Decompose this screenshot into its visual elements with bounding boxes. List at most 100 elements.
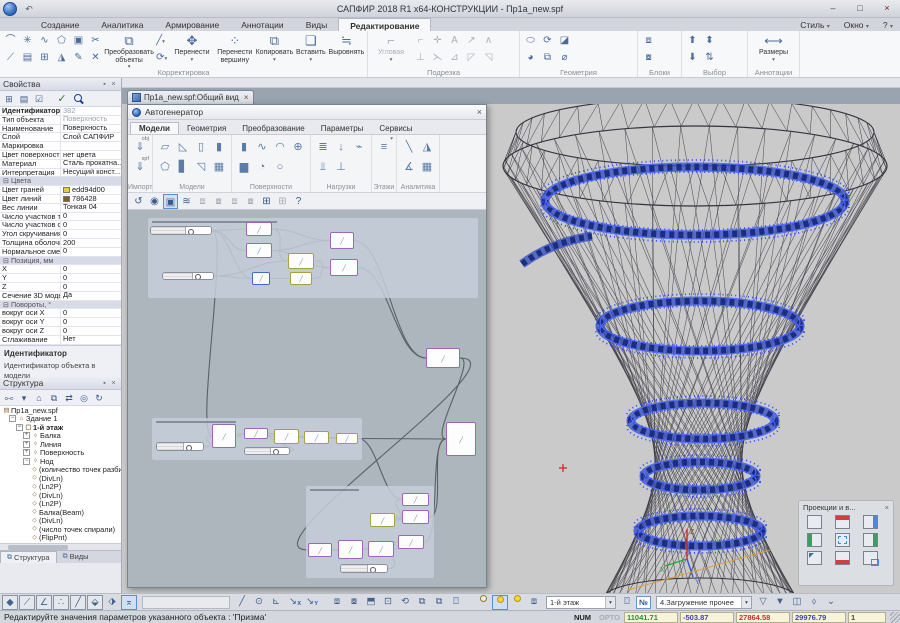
visibility-icon[interactable]: ◉ bbox=[147, 194, 162, 209]
right-view-icon[interactable] bbox=[863, 533, 878, 547]
property-value[interactable]: 0 bbox=[61, 309, 121, 317]
property-row[interactable]: Цвет гранейedd94d00 bbox=[0, 186, 121, 195]
property-value[interactable]: Поверхность bbox=[61, 125, 121, 133]
select-add-icon[interactable]: ⧇ bbox=[211, 194, 226, 209]
property-row[interactable]: Угол скручивания, °0 bbox=[0, 230, 121, 239]
tool-icon[interactable]: ▋ bbox=[174, 157, 192, 177]
tree-item[interactable]: −⬨Нод bbox=[0, 457, 121, 466]
tool-icon[interactable]: ⧈ bbox=[640, 32, 657, 49]
numbering-button[interactable]: № bbox=[636, 596, 651, 609]
top-view-icon[interactable] bbox=[835, 515, 850, 529]
tool-icon[interactable]: ⧇ bbox=[640, 49, 657, 66]
property-row[interactable]: Толщина оболочки...200 bbox=[0, 239, 121, 248]
group-by-category-icon[interactable]: ⊞ bbox=[2, 92, 16, 106]
property-value[interactable]: 0 bbox=[61, 274, 121, 282]
tool-icon[interactable]: ▤ bbox=[19, 49, 36, 66]
tree-item[interactable]: ⬦(Ln2P) bbox=[0, 500, 121, 509]
front-view-icon[interactable] bbox=[863, 515, 878, 529]
print-view-button[interactable]: ⌼ bbox=[448, 595, 464, 610]
property-value[interactable]: 786428 bbox=[61, 195, 121, 203]
property-row[interactable]: вокруг оси Z0 bbox=[0, 327, 121, 336]
autogen-node-canvas[interactable] bbox=[128, 210, 486, 587]
select-box-icon[interactable]: ⧈ bbox=[195, 194, 210, 209]
collapse-icon[interactable]: − bbox=[23, 458, 30, 465]
tool-icon[interactable]: ◮ bbox=[418, 137, 436, 157]
property-value[interactable] bbox=[61, 142, 121, 150]
tool-icon[interactable]: ◔ bbox=[253, 157, 271, 177]
tool-icon[interactable]: ⋋ bbox=[429, 49, 446, 66]
tool-icon[interactable]: ⊞ bbox=[36, 49, 53, 66]
tool-icon[interactable]: ⫫ bbox=[314, 157, 332, 177]
tool-icon[interactable]: ↗ bbox=[463, 32, 480, 49]
autogen-tab-Геометрия[interactable]: Геометрия bbox=[179, 123, 234, 134]
tool-icon[interactable]: ╲ bbox=[400, 137, 418, 157]
graph-node[interactable] bbox=[212, 424, 236, 448]
autogen-tab-Модели[interactable]: Модели bbox=[130, 122, 179, 134]
tool-icon[interactable]: ⬭ bbox=[522, 32, 539, 49]
property-row[interactable]: Цвет поверхностинет цвета bbox=[0, 151, 121, 160]
shade-view-button[interactable]: ⬒ bbox=[363, 595, 379, 610]
structure-tree[interactable]: ▤Пр1a_new.spf−⌂Здание 1−▢1-й этаж+⬨Балка… bbox=[0, 406, 121, 543]
tab-Редактирование[interactable]: Редактирование bbox=[338, 18, 431, 31]
graph-node[interactable] bbox=[402, 510, 429, 524]
button-Выровнять[interactable]: ≒Выровнять bbox=[328, 32, 365, 68]
print-button[interactable]: ⌼ bbox=[619, 595, 635, 610]
graph-node[interactable] bbox=[398, 535, 424, 549]
prism-mode-button[interactable]: ⬙ bbox=[87, 595, 103, 610]
more-button[interactable]: ⌄ bbox=[823, 595, 839, 610]
autogen-tab-Преобразование[interactable]: Преобразование bbox=[234, 123, 312, 134]
property-row[interactable]: НаименованиеПоверхность bbox=[0, 125, 121, 134]
graph-node[interactable] bbox=[304, 431, 329, 444]
property-value[interactable]: Да bbox=[61, 292, 121, 300]
expand-icon[interactable]: + bbox=[23, 432, 30, 439]
select-inv-icon[interactable]: ⧇ bbox=[243, 194, 258, 209]
autogen-tab-Сервисы[interactable]: Сервисы bbox=[371, 123, 420, 134]
property-row[interactable]: СглаживаниеНет bbox=[0, 336, 121, 345]
tree-horizontal-scrollbar[interactable] bbox=[0, 543, 121, 550]
iso-view-icon[interactable] bbox=[807, 515, 822, 529]
property-row[interactable]: Число участков об...0 bbox=[0, 221, 121, 230]
tree-item[interactable]: ⬦(FlipPnt) bbox=[0, 534, 121, 543]
render-mode-button[interactable]: ⧈ bbox=[526, 595, 542, 610]
tool-icon[interactable]: ∿ bbox=[36, 32, 53, 49]
extrude-mode-button[interactable]: ⌅ bbox=[121, 595, 137, 610]
tool-icon[interactable]: ⌐ bbox=[412, 32, 429, 49]
snap-division-button[interactable]: ∴ bbox=[53, 595, 69, 610]
tool-icon[interactable]: ⬠ bbox=[156, 157, 174, 177]
projections-panel[interactable]: Проекции и в... × bbox=[798, 500, 894, 586]
panel-tab-Виды[interactable]: ⧉Виды bbox=[57, 551, 95, 563]
slider-node[interactable] bbox=[156, 442, 204, 451]
tool-icon[interactable]: ⬇ bbox=[684, 49, 701, 66]
expand-icon[interactable]: + bbox=[23, 441, 30, 448]
button-Преобразовать объекты[interactable]: ⧉Преобразовать объекты▾ bbox=[104, 32, 154, 68]
slider-node[interactable] bbox=[244, 447, 290, 455]
property-row[interactable]: СлойСлой САПФИР bbox=[0, 133, 121, 142]
property-row[interactable]: Z0 bbox=[0, 283, 121, 292]
tool-icon[interactable]: ⬠ bbox=[53, 32, 70, 49]
collapse-icon[interactable]: − bbox=[9, 415, 16, 422]
home-icon[interactable]: ⌂ bbox=[32, 391, 46, 405]
rotate-view-button[interactable]: ⟲ bbox=[397, 595, 413, 610]
snap-midline-button[interactable]: ⟋ bbox=[19, 595, 35, 610]
property-row[interactable]: X0 bbox=[0, 265, 121, 274]
graph-node[interactable] bbox=[368, 541, 394, 557]
property-row[interactable]: Y0 bbox=[0, 274, 121, 283]
property-group-header[interactable]: ⊟ Цвета bbox=[0, 177, 121, 186]
property-grid[interactable]: Идентификатор382Тип объектаПоверхностьНа… bbox=[0, 107, 121, 345]
graph-node[interactable] bbox=[370, 513, 395, 527]
tool-icon[interactable]: ◹ bbox=[480, 49, 497, 66]
fit-view-icon[interactable] bbox=[835, 533, 850, 547]
tool-icon[interactable]: ⧉ bbox=[539, 49, 556, 66]
tree-item[interactable]: ⬦(DivLn) bbox=[0, 491, 121, 500]
tab-Аналитика[interactable]: Аналитика bbox=[90, 18, 154, 31]
tree-item[interactable]: −▢1-й этаж bbox=[0, 423, 121, 432]
tool-icon[interactable]: ◠ bbox=[271, 137, 289, 157]
graph-node[interactable] bbox=[252, 272, 270, 285]
tool-icon[interactable]: ▣ bbox=[70, 32, 87, 49]
tool-icon[interactable]: ◺ bbox=[174, 137, 192, 157]
floor-combobox[interactable]: 1-й этаж▾ bbox=[546, 596, 616, 609]
property-value[interactable]: Нет bbox=[61, 336, 121, 344]
menu-Окно[interactable]: Окно ▾ bbox=[837, 20, 876, 30]
graph-node[interactable] bbox=[402, 493, 429, 506]
button-Копировать[interactable]: ⧉Копировать▾ bbox=[255, 32, 294, 68]
